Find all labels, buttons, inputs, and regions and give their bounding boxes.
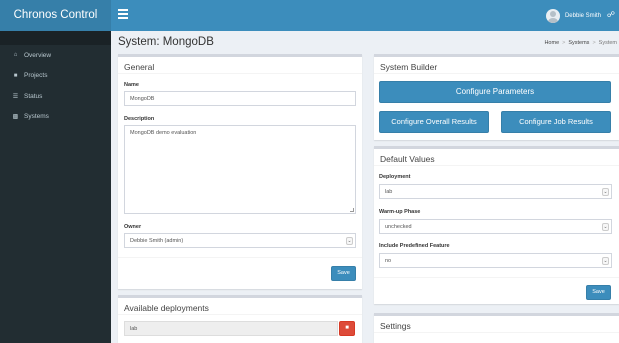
- box-footer-divider: [118, 257, 362, 258]
- configure-job-results-button[interactable]: Configure Job Results: [501, 111, 611, 133]
- sidebar-item-label: Overview: [24, 51, 52, 59]
- description-label: Description: [124, 116, 155, 122]
- sidebar: ⌂ Overview ■ Projects ☰ Status ▩ Systems: [0, 31, 111, 343]
- configure-parameters-button[interactable]: Configure Parameters: [379, 81, 611, 103]
- sidebar-item-projects[interactable]: ■ Projects: [0, 66, 111, 87]
- home-icon: ⌂: [13, 52, 18, 59]
- share-icon[interactable]: ☍: [607, 11, 615, 19]
- default-values-title: Default Values: [374, 149, 619, 166]
- list-item: lab: [124, 321, 338, 336]
- configure-overall-results-button[interactable]: Configure Overall Results: [379, 111, 489, 133]
- deployment-select[interactable]: lab ⌄: [379, 184, 612, 199]
- predefined-feature-select[interactable]: no ⌄: [379, 253, 612, 268]
- predefined-feature-label: Include Predefined Feature: [379, 243, 450, 249]
- predefined-feature-value: no: [385, 257, 392, 264]
- sidebar-item-status[interactable]: ☰ Status: [0, 86, 111, 107]
- cubes-icon: ▩: [12, 114, 19, 121]
- settings-title: Settings: [374, 316, 619, 333]
- owner-value: Debbie Smith (admin): [130, 237, 184, 244]
- resize-handle-icon[interactable]: [350, 208, 354, 212]
- top-navbar: Chronos Control Debbie Smith ☍: [0, 0, 619, 31]
- deployment-value: lab: [385, 188, 393, 195]
- sidebar-item-label: Systems: [24, 113, 49, 121]
- description-textarea[interactable]: MongoDB demo evaluation: [124, 125, 356, 214]
- avatar: [545, 9, 560, 23]
- breadcrumb-systems[interactable]: Systems: [568, 40, 589, 46]
- name-label: Name: [124, 82, 139, 88]
- chevron-down-icon: ⌄: [346, 236, 353, 245]
- default-values-box: Default Values Deployment lab ⌄ Warm-up …: [374, 146, 619, 304]
- warmup-select[interactable]: unchecked ⌄: [379, 219, 612, 234]
- system-builder-title: System Builder: [374, 57, 619, 74]
- app-logo[interactable]: Chronos Control: [0, 0, 111, 31]
- user-name: Debbie Smith: [564, 13, 601, 19]
- delete-deployment-button[interactable]: ■: [339, 321, 355, 336]
- trash-icon: ■: [345, 325, 349, 331]
- list-icon: ☰: [12, 93, 19, 100]
- chevron-down-icon: ⌄: [602, 187, 609, 196]
- breadcrumb-home[interactable]: Home: [544, 40, 559, 46]
- sidebar-toggle-icon[interactable]: [118, 9, 128, 21]
- owner-label: Owner: [124, 224, 142, 230]
- defaults-save-button[interactable]: Save: [586, 285, 611, 300]
- owner-select[interactable]: Debbie Smith (admin) ⌄: [124, 233, 356, 248]
- user-menu[interactable]: Debbie Smith: [545, 8, 601, 24]
- warmup-label: Warm-up Phase: [379, 209, 421, 215]
- folder-icon: ■: [13, 72, 18, 79]
- deployment-label: Deployment: [379, 174, 411, 180]
- general-title: General: [118, 57, 362, 74]
- chevron-down-icon: ⌄: [602, 256, 609, 265]
- breadcrumb-current: System: [598, 40, 617, 46]
- chevron-down-icon: ⌄: [602, 222, 609, 231]
- general-box: General Name MongoDB Description MongoDB…: [118, 54, 362, 289]
- sidebar-item-overview[interactable]: ⌂ Overview: [0, 45, 111, 66]
- breadcrumb: Home > Systems > System: [544, 40, 617, 46]
- deployments-title: Available deployments: [118, 298, 362, 315]
- settings-box: Settings: [374, 313, 619, 343]
- name-input[interactable]: MongoDB: [124, 91, 356, 106]
- system-builder-box: System Builder Configure Parameters Conf…: [374, 54, 619, 140]
- description-text: MongoDB demo evaluation: [130, 130, 197, 136]
- general-save-button[interactable]: Save: [331, 266, 356, 281]
- page-title: System: MongoDB: [118, 36, 214, 48]
- sidebar-item-label: Status: [24, 92, 43, 100]
- sidebar-item-label: Projects: [24, 72, 48, 80]
- sidebar-item-systems[interactable]: ▩ Systems: [0, 107, 111, 128]
- warmup-value: unchecked: [385, 223, 412, 230]
- box-footer-divider: [374, 277, 619, 278]
- deployments-box: Available deployments lab ■: [118, 295, 362, 343]
- sidebar-top: [0, 31, 111, 45]
